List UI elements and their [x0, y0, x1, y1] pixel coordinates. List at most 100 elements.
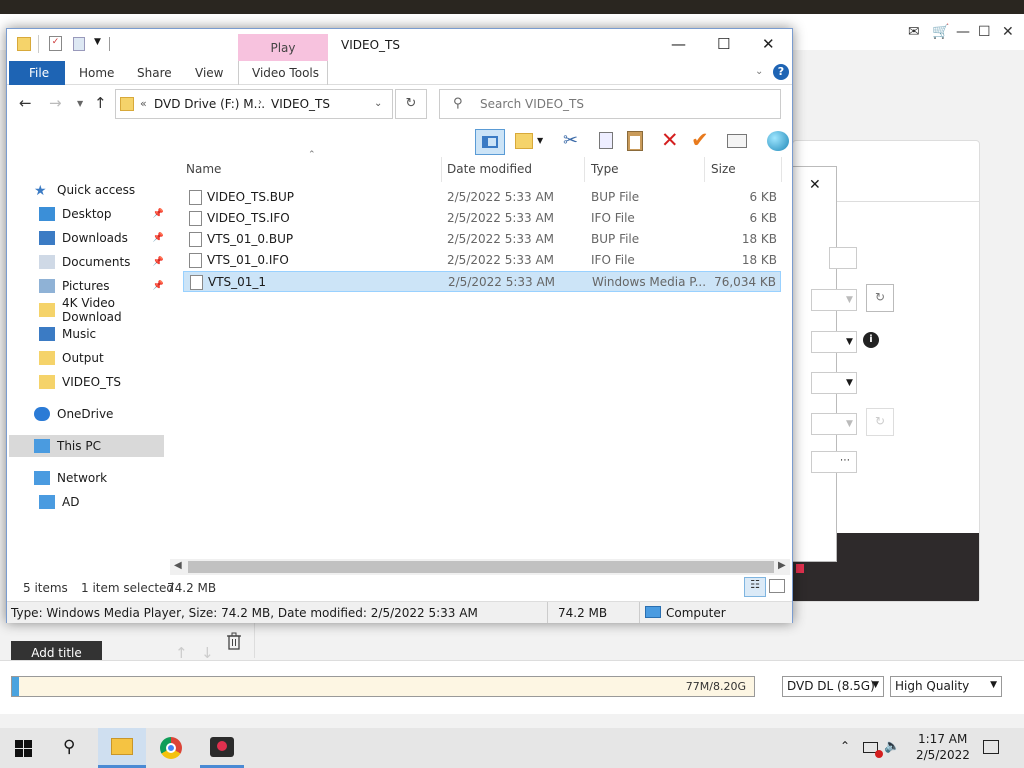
refresh-icon[interactable]: ↻: [866, 284, 894, 312]
play-contextual-tab[interactable]: Play: [238, 34, 328, 61]
clock-date[interactable]: 2/5/2022: [916, 748, 970, 762]
copy-icon[interactable]: [599, 132, 613, 149]
column-header-size[interactable]: Size: [711, 162, 736, 176]
disc-type-select[interactable]: DVD DL (8.5G) ▼: [782, 676, 884, 697]
breadcrumb-folder[interactable]: VIDEO_TS: [271, 97, 330, 111]
dialog-select[interactable]: ▼: [811, 289, 857, 311]
file-row[interactable]: VIDEO_TS.BUP 2/5/2022 5:33 AM BUP File 6 KB: [183, 187, 781, 208]
column-header-date[interactable]: Date modified: [447, 162, 532, 176]
tray-chevron-up-icon[interactable]: ⌃: [840, 739, 850, 753]
close-icon[interactable]: ✕: [762, 35, 775, 53]
scroll-left-icon[interactable]: ◀: [174, 560, 182, 571]
tab-share[interactable]: Share: [137, 66, 172, 80]
notifications-icon[interactable]: [983, 740, 999, 754]
pin-icon[interactable]: 📌: [153, 233, 164, 243]
maximize-icon[interactable]: ☐: [978, 24, 991, 40]
cut-icon[interactable]: ✂: [563, 130, 578, 151]
nav-item-label: Documents: [62, 255, 131, 269]
network-globe-icon[interactable]: [767, 131, 789, 151]
scroll-right-icon[interactable]: ▶: [778, 560, 786, 571]
windows-start-icon[interactable]: [15, 740, 32, 757]
column-header-name[interactable]: Name: [186, 162, 221, 176]
feedback-icon[interactable]: ✉: [908, 24, 920, 40]
nav-item[interactable]: Documents 📌: [9, 251, 164, 273]
maximize-icon[interactable]: ☐: [717, 35, 730, 53]
address-bar[interactable]: « DVD Drive (F:) M... › VIDEO_TS ⌄: [115, 89, 393, 119]
info-icon[interactable]: i: [863, 332, 879, 348]
customize-qat-icon[interactable]: ▼: [94, 37, 101, 47]
taskbar-explorer-button[interactable]: [98, 728, 146, 768]
nav-item[interactable]: 4K Video Download: [9, 296, 164, 324]
nav-item[interactable]: AD: [9, 491, 164, 513]
file-row[interactable]: VIDEO_TS.IFO 2/5/2022 5:33 AM IFO File 6 KB: [183, 208, 781, 229]
new-folder-icon[interactable]: [73, 37, 85, 51]
refresh-button[interactable]: ↻: [395, 89, 427, 119]
nav-item[interactable]: ★ Quick access: [9, 179, 164, 201]
nav-item[interactable]: Music: [9, 323, 164, 345]
tab-file[interactable]: File: [9, 61, 65, 85]
pin-icon[interactable]: 📌: [153, 257, 164, 267]
preview-pane-button[interactable]: [475, 129, 505, 155]
file-row[interactable]: VTS_01_0.IFO 2/5/2022 5:33 AM IFO File 18 K…: [183, 250, 781, 271]
dialog-field[interactable]: [829, 247, 857, 269]
file-icon: [189, 190, 202, 205]
file-row[interactable]: VTS_01_0.BUP 2/5/2022 5:33 AM BUP File 18 K…: [183, 229, 781, 250]
nav-item[interactable]: Output: [9, 347, 164, 369]
horizontal-scrollbar[interactable]: ◀ ▶: [170, 559, 790, 575]
details-view-icon[interactable]: ☷: [744, 577, 766, 597]
help-icon[interactable]: ?: [773, 64, 789, 80]
folder-view-icon[interactable]: [515, 133, 533, 149]
nav-item[interactable]: Downloads 📌: [9, 227, 164, 249]
up-arrow-icon[interactable]: ↑: [94, 94, 107, 112]
nav-item[interactable]: Pictures 📌: [9, 275, 164, 297]
paste-icon[interactable]: [627, 131, 643, 151]
nav-item[interactable]: This PC: [9, 435, 164, 457]
taskbar-app-button[interactable]: [200, 728, 244, 768]
large-icons-view-icon[interactable]: [769, 579, 785, 593]
nav-item[interactable]: Network: [9, 467, 164, 489]
address-overflow-icon[interactable]: «: [140, 97, 147, 110]
refresh-icon[interactable]: ↻: [866, 408, 894, 436]
chevron-down-icon[interactable]: ⌄: [374, 98, 382, 109]
minimize-icon[interactable]: —: [956, 24, 970, 40]
minimize-icon[interactable]: —: [671, 35, 686, 53]
expand-ribbon-icon[interactable]: ⌄: [755, 66, 763, 77]
back-arrow-icon[interactable]: ←: [19, 94, 32, 112]
pin-icon[interactable]: 📌: [153, 209, 164, 219]
quality-select[interactable]: High Quality ▼: [890, 676, 1002, 697]
chrome-icon[interactable]: [160, 737, 182, 759]
tab-home[interactable]: Home: [79, 66, 114, 80]
tab-video-tools[interactable]: Video Tools: [238, 61, 328, 85]
file-row[interactable]: VTS_01_1 2/5/2022 5:33 AM Windows Media P.…: [183, 271, 781, 292]
recent-locations-icon[interactable]: ▼: [77, 99, 83, 108]
scrollbar-thumb[interactable]: [188, 561, 774, 573]
chevron-down-icon[interactable]: ▼: [537, 136, 543, 145]
search-input[interactable]: Search VIDEO_TS: [439, 89, 781, 119]
cart-icon[interactable]: 🛒: [932, 24, 949, 40]
file-name: VIDEO_TS.IFO: [207, 211, 290, 225]
browse-button[interactable]: ⋯: [811, 451, 857, 473]
trash-icon[interactable]: [226, 632, 242, 650]
clock-time[interactable]: 1:17 AM: [918, 732, 967, 746]
delete-icon[interactable]: ✕: [661, 128, 679, 152]
column-header-type[interactable]: Type: [591, 162, 619, 176]
dialog-select[interactable]: ▼: [811, 413, 857, 435]
nav-item[interactable]: Desktop 📌: [9, 203, 164, 225]
close-icon[interactable]: ✕: [809, 177, 821, 193]
dialog-select[interactable]: ▼: [811, 372, 857, 394]
forward-arrow-icon[interactable]: →: [49, 94, 62, 112]
close-icon[interactable]: ✕: [1002, 24, 1014, 40]
properties-icon[interactable]: ✓: [49, 36, 62, 51]
pin-icon[interactable]: 📌: [153, 281, 164, 291]
tab-view[interactable]: View: [195, 66, 223, 80]
breadcrumb-drive[interactable]: DVD Drive (F:) M...: [154, 97, 265, 111]
network-status-icon[interactable]: [863, 742, 883, 758]
dialog-select[interactable]: ▼: [811, 331, 857, 353]
nav-item[interactable]: OneDrive: [9, 403, 164, 425]
search-icon[interactable]: ⚲: [63, 737, 75, 757]
rename-check-icon[interactable]: ✔: [691, 128, 709, 152]
nav-item[interactable]: VIDEO_TS: [9, 371, 164, 393]
volume-icon[interactable]: 🔈: [884, 739, 900, 754]
disc-capacity-bar: 77M/8.20G: [11, 676, 755, 697]
properties-icon[interactable]: [727, 134, 747, 148]
